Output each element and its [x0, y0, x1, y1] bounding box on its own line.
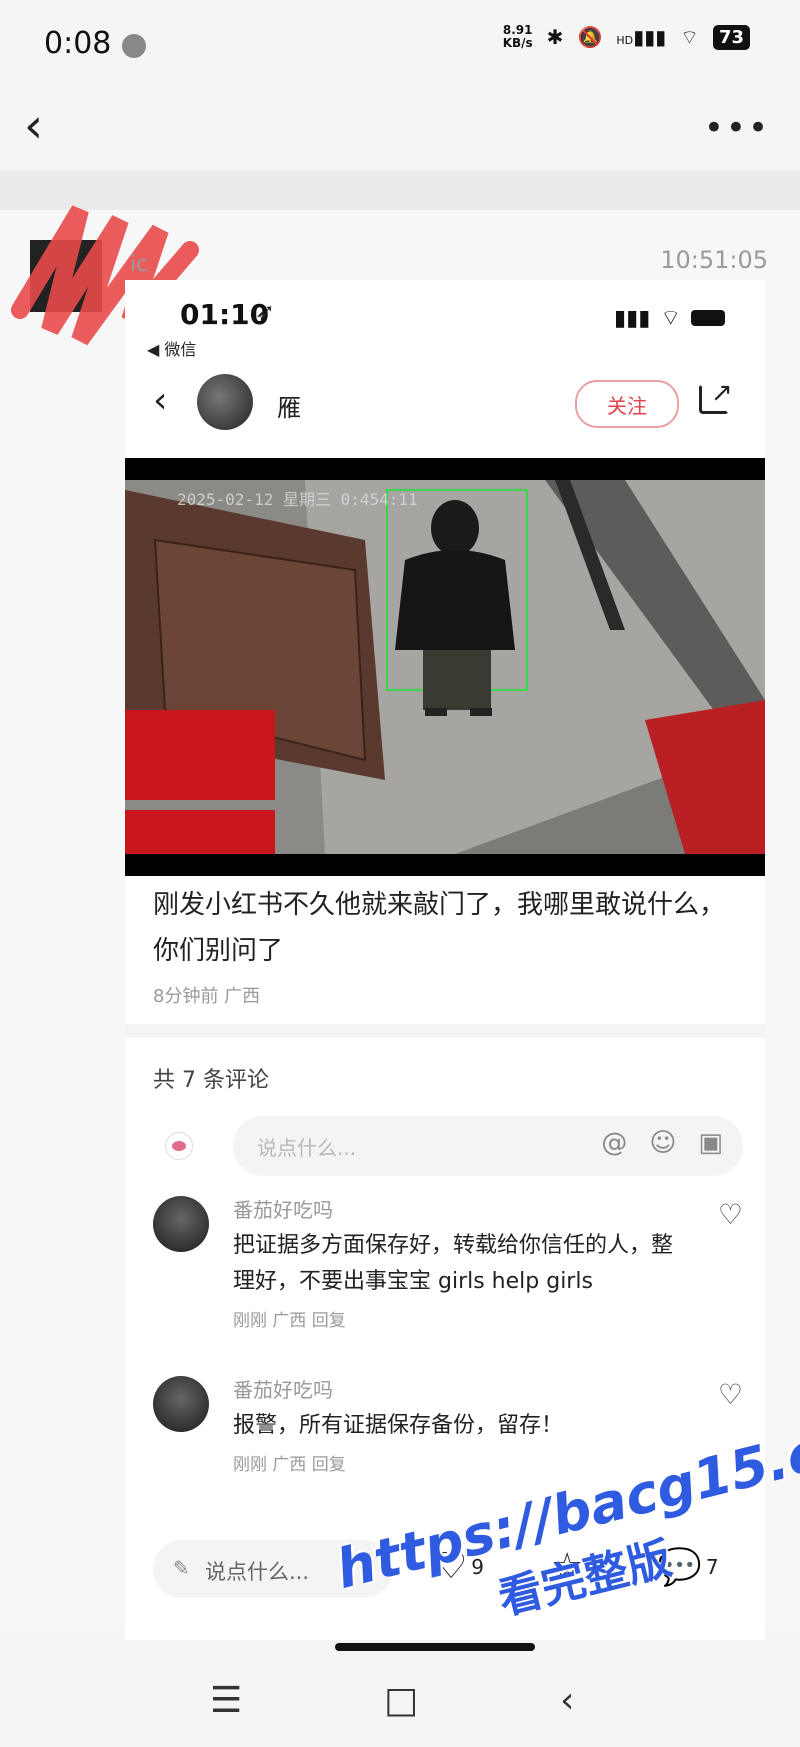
comment-count: 共 7 条评论	[153, 1068, 269, 1093]
more-horizontal-icon[interactable]: •••	[704, 108, 770, 148]
inner-status-bar: 01:10 ➶ ◀ 微信 ▮▮▮ ⌔	[125, 280, 765, 360]
signal-icon: ▮▮▮	[613, 305, 651, 331]
post-caption: 刚发小红书不久他就来敲门了，我哪里敢说什么，你们别问了	[153, 890, 726, 966]
comment-meta[interactable]: 刚刚 广西 回复	[233, 1306, 346, 1331]
wifi-icon: ⌔	[660, 306, 681, 331]
heart-icon[interactable]: ♡	[718, 1378, 743, 1411]
emoji-icon[interactable]: ☺	[649, 1128, 676, 1158]
comment-input-placeholder: 说点什么...	[257, 1136, 357, 1160]
at-icon[interactable]: @	[601, 1128, 627, 1158]
battery-icon	[691, 310, 725, 326]
chevron-left-icon[interactable]: ‹	[24, 102, 43, 150]
inner-status-icons: ▮▮▮ ⌔	[614, 304, 725, 332]
comment-author[interactable]: 番茄好吃吗	[233, 1194, 333, 1223]
cctv-video[interactable]: 2025-02-12 星期三 0:454:11	[125, 458, 765, 876]
outer-status-icons: 8.91 KB/s ✱ 🔕 HD▮▮▮ ⌔ 73	[503, 24, 750, 50]
menu-icon[interactable]: ☰	[210, 1680, 242, 1721]
post-meta: 8分钟前 广西	[153, 986, 261, 1007]
input-icons: @ ☺ ▣	[601, 1128, 723, 1158]
bell-off-icon: 🔕	[577, 25, 603, 49]
pencil-icon: ✎	[173, 1556, 190, 1580]
notification-icon	[122, 34, 146, 58]
image-icon[interactable]: ▣	[698, 1128, 723, 1158]
wifi-icon: ⌔	[680, 24, 699, 49]
share-arrow-icon: ↗	[711, 378, 733, 408]
location-arrow-icon: ➶	[255, 298, 276, 326]
camera-timestamp-overlay: 2025-02-12 星期三 0:454:11	[177, 490, 418, 509]
divider	[125, 1024, 765, 1038]
comment-meta[interactable]: 刚刚 广西 回复	[233, 1450, 346, 1475]
shared-screenshot[interactable]: 01:10 ➶ ◀ 微信 ▮▮▮ ⌔ ‹ 雁 关注 ↗ 2025-02-12 星…	[125, 280, 765, 1640]
comment-input-row: 说点什么... @ ☺ ▣	[153, 1116, 743, 1176]
comment-author[interactable]: 番茄好吃吗	[233, 1374, 333, 1403]
username[interactable]: 雁	[277, 388, 301, 423]
video-frame: 2025-02-12 星期三 0:454:11	[125, 480, 765, 854]
chevron-left-icon[interactable]: ‹	[153, 380, 167, 421]
cctv-image	[125, 480, 765, 854]
bluetooth-icon: ✱	[546, 25, 564, 49]
outer-clock: 0:08	[44, 26, 112, 61]
message-timestamp: 10:51:05	[660, 246, 768, 274]
inner-nav-bar: ‹ 雁 关注 ↗	[125, 370, 765, 440]
outer-status-bar: 0:08 8.91 KB/s ✱ 🔕 HD▮▮▮ ⌔ 73	[0, 0, 800, 90]
avatar[interactable]	[153, 1376, 209, 1432]
comment-item: 番茄好吃吗 把证据多方面保存好，转载给你信任的人，整理好，不要出事宝宝 girl…	[153, 1190, 743, 1331]
avatar[interactable]	[153, 1196, 209, 1252]
follow-button[interactable]: 关注	[575, 380, 679, 428]
avatar[interactable]	[197, 374, 253, 430]
battery-icon: 73	[712, 24, 750, 50]
comment-input[interactable]: 说点什么... @ ☺ ▣	[233, 1116, 743, 1176]
sender-name: ic	[130, 252, 149, 277]
comment-text: 报警，所有证据保存备份，留存！	[233, 1413, 564, 1438]
outer-nav-bar: ‹ •••	[0, 90, 800, 170]
net-speed: 8.91 KB/s	[502, 23, 533, 50]
bottom-input-placeholder: 说点什么...	[205, 1560, 310, 1584]
heart-icon[interactable]: ♡	[718, 1198, 743, 1231]
signal-icon: HD▮▮▮	[616, 25, 667, 49]
comment-text: 把证据多方面保存好，转载给你信任的人，整理好，不要出事宝宝 girls help…	[233, 1233, 674, 1294]
back-to-app-label: ◀ 微信	[147, 340, 197, 359]
avatar	[165, 1132, 193, 1160]
